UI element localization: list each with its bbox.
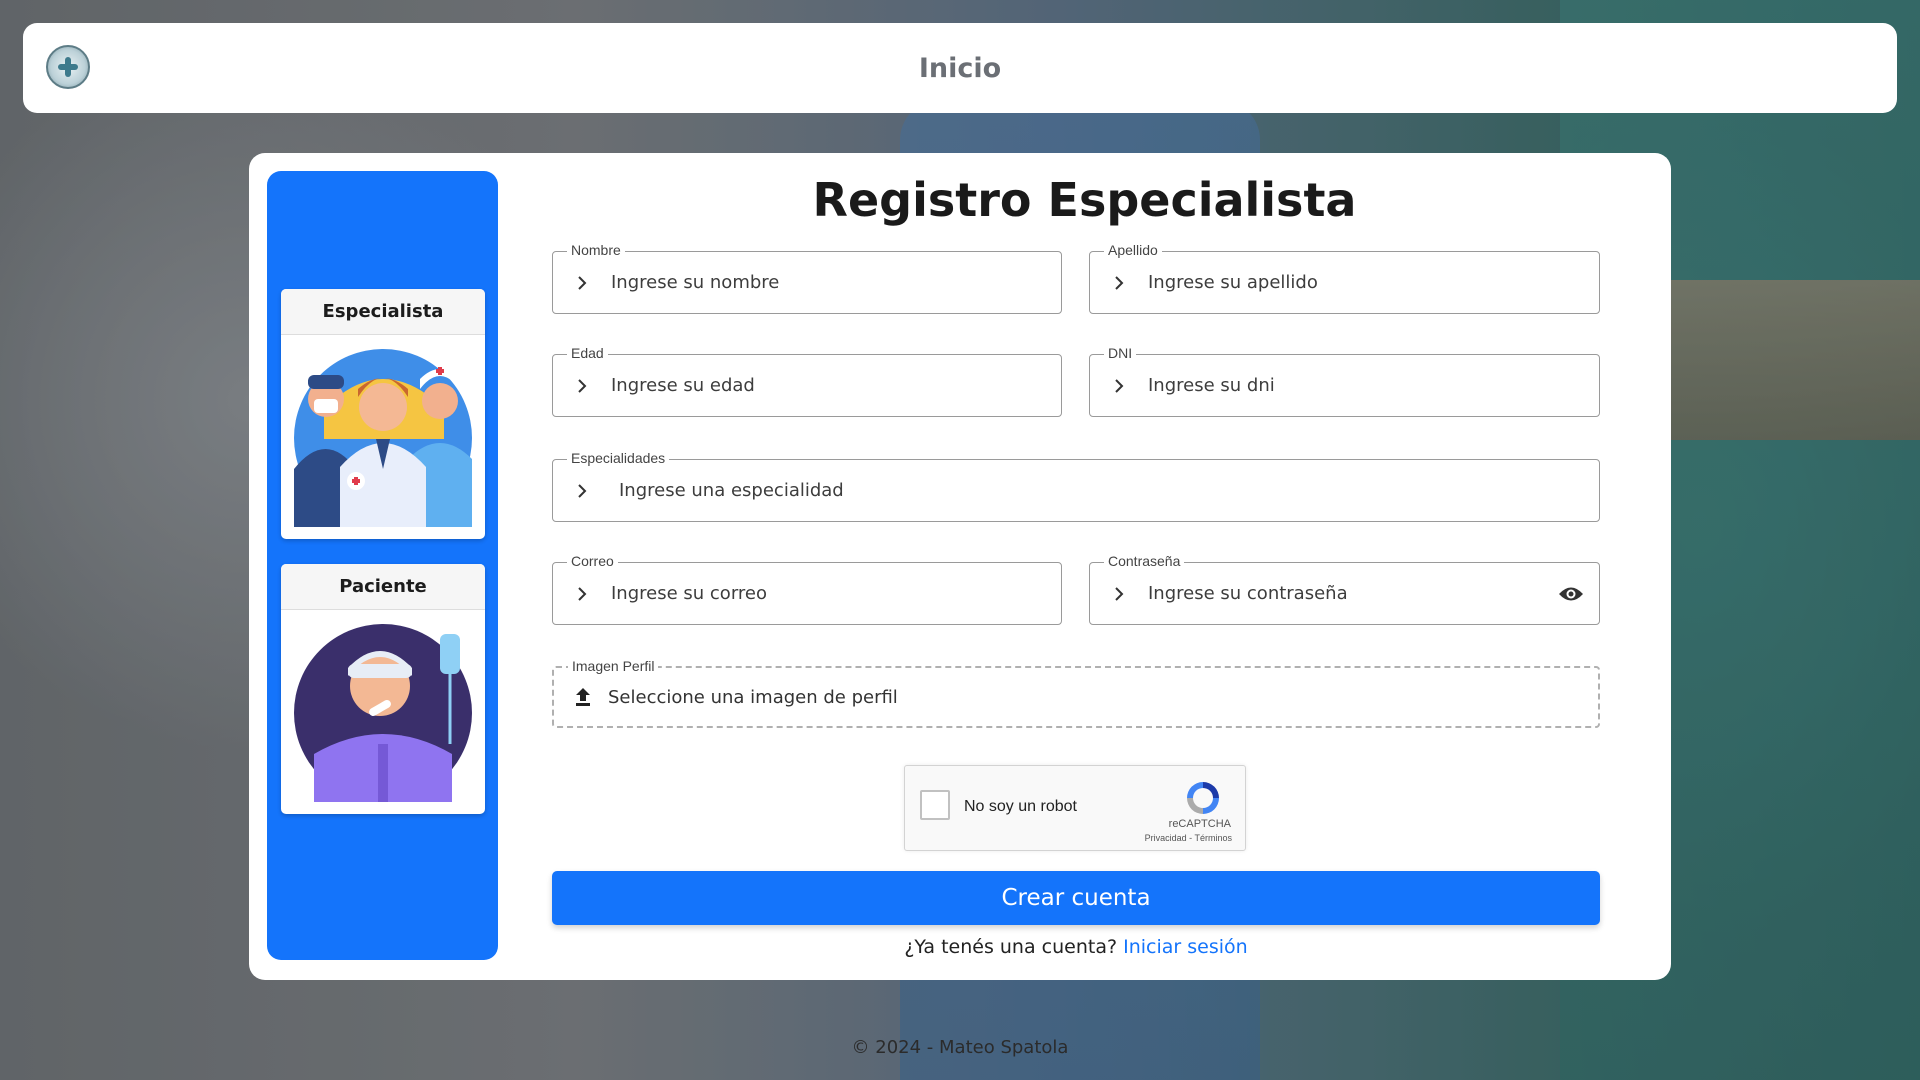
recaptcha-links[interactable]: Privacidad - Términos — [1145, 833, 1232, 843]
especialidades-field[interactable]: Especialidades — [552, 450, 1600, 522]
login-link[interactable]: Iniciar sesión — [1123, 936, 1248, 958]
especialidades-label: Especialidades — [567, 450, 670, 466]
contrasena-field[interactable]: Contraseña — [1089, 553, 1600, 625]
nombre-input[interactable] — [611, 272, 1061, 293]
dni-label: DNI — [1104, 345, 1137, 361]
imagen-upload-field[interactable]: Imagen Perfil Seleccione una imagen de p… — [552, 658, 1600, 728]
chevron-right-icon — [573, 483, 591, 499]
chevron-right-icon — [1110, 275, 1128, 291]
chevron-right-icon — [1110, 586, 1128, 602]
imagen-label: Imagen Perfil — [568, 658, 659, 674]
nombre-label: Nombre — [567, 242, 625, 258]
dni-field[interactable]: DNI — [1089, 345, 1600, 417]
role-sidebar: Especialista Paciente — [267, 171, 498, 960]
imagen-upload-text: Seleccione una imagen de perfil — [608, 686, 898, 708]
role-label-especialista: Especialista — [281, 289, 485, 335]
login-prompt: ¿Ya tenés una cuenta? Iniciar sesión — [552, 936, 1600, 958]
patient-illustration-icon — [294, 624, 472, 802]
register-card: Especialista Paciente Registro Especiali… — [249, 153, 1671, 980]
apellido-input[interactable] — [1148, 272, 1599, 293]
footer: © 2024 - Mateo Spatola — [851, 1037, 1069, 1058]
especialidades-input[interactable] — [619, 480, 1599, 501]
logo-icon[interactable] — [46, 45, 90, 89]
edad-input[interactable] — [611, 375, 1061, 396]
nombre-field[interactable]: Nombre — [552, 242, 1062, 314]
recaptcha-brand: reCAPTCHA — [1168, 818, 1231, 830]
navbar: Inicio — [23, 23, 1897, 113]
eye-icon[interactable] — [1557, 585, 1585, 603]
recaptcha-text: No soy un robot — [964, 798, 1077, 815]
chevron-right-icon — [573, 378, 591, 394]
correo-input[interactable] — [611, 583, 1061, 604]
correo-field[interactable]: Correo — [552, 553, 1062, 625]
form-title: Registro Especialista — [812, 173, 1357, 227]
upload-icon — [574, 687, 592, 707]
role-label-paciente: Paciente — [281, 564, 485, 610]
correo-label: Correo — [567, 553, 618, 569]
nav-home-link[interactable]: Inicio — [919, 53, 1001, 84]
dni-input[interactable] — [1148, 375, 1599, 396]
recaptcha-checkbox[interactable] — [920, 790, 950, 820]
chevron-right-icon — [1110, 378, 1128, 394]
role-card-especialista[interactable]: Especialista — [281, 289, 485, 539]
recaptcha-logo-icon — [1187, 782, 1219, 814]
apellido-field[interactable]: Apellido — [1089, 242, 1600, 314]
recaptcha-widget: No soy un robot reCAPTCHA Privacidad - T… — [904, 765, 1246, 851]
specialist-illustration-icon — [294, 349, 472, 527]
chevron-right-icon — [573, 586, 591, 602]
login-prompt-text: ¿Ya tenés una cuenta? — [904, 936, 1118, 958]
create-account-button[interactable]: Crear cuenta — [552, 871, 1600, 925]
contrasena-label: Contraseña — [1104, 553, 1185, 569]
chevron-right-icon — [573, 275, 591, 291]
edad-field[interactable]: Edad — [552, 345, 1062, 417]
contrasena-input[interactable] — [1148, 583, 1557, 604]
edad-label: Edad — [567, 345, 608, 361]
role-card-paciente[interactable]: Paciente — [281, 564, 485, 814]
apellido-label: Apellido — [1104, 242, 1162, 258]
